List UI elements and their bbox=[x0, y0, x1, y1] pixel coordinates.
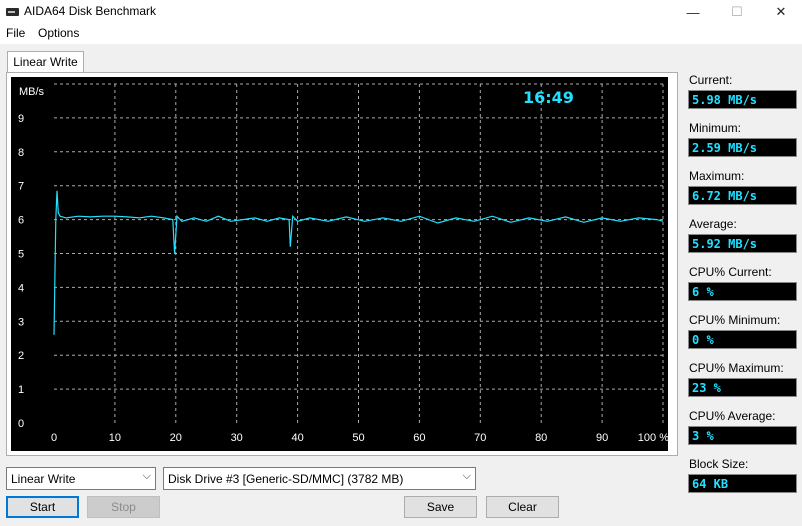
minimum-label: Minimum: bbox=[689, 121, 742, 135]
benchmark-chart: MB/s 0 1 2 3 4 5 6 7 8 9 0 10 20 30 40 50 60 70 80 90 100 % 1… bbox=[11, 77, 668, 451]
drive-select[interactable]: Disk Drive #3 [Generic-SD/MMC] (3782 MB)… bbox=[163, 467, 476, 490]
minimize-button[interactable]: — bbox=[670, 0, 716, 24]
x-tick-label: 0 bbox=[51, 432, 57, 444]
title-bar: AIDA64 Disk Benchmark — ☐ ✕ bbox=[0, 0, 802, 24]
y-tick-label: 9 bbox=[18, 113, 24, 125]
chevron-down-icon: ⌵ bbox=[142, 470, 151, 482]
x-tick-label: 80 bbox=[535, 432, 547, 444]
block-size-label: Block Size: bbox=[689, 457, 749, 471]
maximum-label: Maximum: bbox=[689, 169, 745, 183]
x-tick-label: 90 bbox=[596, 432, 608, 444]
elapsed-time: 16:49 bbox=[523, 88, 574, 107]
y-tick-label: 1 bbox=[18, 384, 24, 396]
menu-bar: File Options bbox=[0, 24, 802, 44]
tab-linear-write[interactable]: Linear Write bbox=[7, 51, 84, 73]
test-type-select[interactable]: Linear Write ⌵ bbox=[6, 467, 156, 490]
maximum-value: 6.72 MB/s bbox=[688, 186, 797, 205]
x-tick-label: 20 bbox=[170, 432, 182, 444]
cpu-minimum-label: CPU% Minimum: bbox=[689, 313, 781, 327]
chart-svg: MB/s 01234567890 10 20 30 40 50 60 70 80 90 100 %1… bbox=[18, 83, 668, 444]
drive-value: Disk Drive #3 [Generic-SD/MMC] (3782 MB) bbox=[168, 472, 404, 486]
y-tick-label: 5 bbox=[18, 249, 24, 261]
x-tick-label: 100 % bbox=[638, 432, 668, 444]
cpu-current-value: 6 % bbox=[688, 282, 797, 301]
average-value: 5.92 MB/s bbox=[688, 234, 797, 253]
y-axis-label: MB/s bbox=[19, 86, 45, 98]
close-button[interactable]: ✕ bbox=[758, 0, 802, 24]
clear-button[interactable]: Clear bbox=[486, 496, 559, 518]
x-tick-label: 40 bbox=[291, 432, 303, 444]
x-tick-label: 10 bbox=[109, 432, 121, 444]
average-label: Average: bbox=[689, 217, 737, 231]
chevron-down-icon: ⌵ bbox=[462, 470, 471, 482]
x-tick-label: 50 bbox=[352, 432, 364, 444]
x-tick-label: 30 bbox=[231, 432, 243, 444]
save-button[interactable]: Save bbox=[404, 496, 477, 518]
cpu-average-value: 3 % bbox=[688, 426, 797, 445]
minimum-value: 2.59 MB/s bbox=[688, 138, 797, 157]
cpu-minimum-value: 0 % bbox=[688, 330, 797, 349]
y-tick-label: 7 bbox=[18, 181, 24, 193]
y-tick-label: 8 bbox=[18, 147, 24, 159]
cpu-maximum-label: CPU% Maximum: bbox=[689, 361, 784, 375]
x-tick-label: 70 bbox=[474, 432, 486, 444]
y-tick-label: 0 bbox=[18, 418, 24, 430]
y-tick-label: 4 bbox=[18, 282, 24, 294]
cpu-current-label: CPU% Current: bbox=[689, 265, 772, 279]
current-label: Current: bbox=[689, 73, 733, 87]
cpu-average-label: CPU% Average: bbox=[689, 409, 776, 423]
block-size-value: 64 KB bbox=[688, 474, 797, 493]
start-button[interactable]: Start bbox=[6, 496, 79, 518]
menu-file[interactable]: File bbox=[6, 26, 25, 40]
cpu-maximum-value: 23 % bbox=[688, 378, 797, 397]
test-type-value: Linear Write bbox=[11, 472, 76, 486]
x-tick-label: 60 bbox=[413, 432, 425, 444]
current-value: 5.98 MB/s bbox=[688, 90, 797, 109]
y-tick-label: 2 bbox=[18, 350, 24, 362]
window-title: AIDA64 Disk Benchmark bbox=[24, 4, 157, 18]
maximize-button[interactable]: ☐ bbox=[714, 0, 760, 24]
menu-options[interactable]: Options bbox=[38, 26, 79, 40]
y-tick-label: 6 bbox=[18, 215, 24, 227]
disk-icon bbox=[6, 8, 19, 16]
y-tick-label: 3 bbox=[18, 316, 24, 328]
stop-button[interactable]: Stop bbox=[87, 496, 160, 518]
